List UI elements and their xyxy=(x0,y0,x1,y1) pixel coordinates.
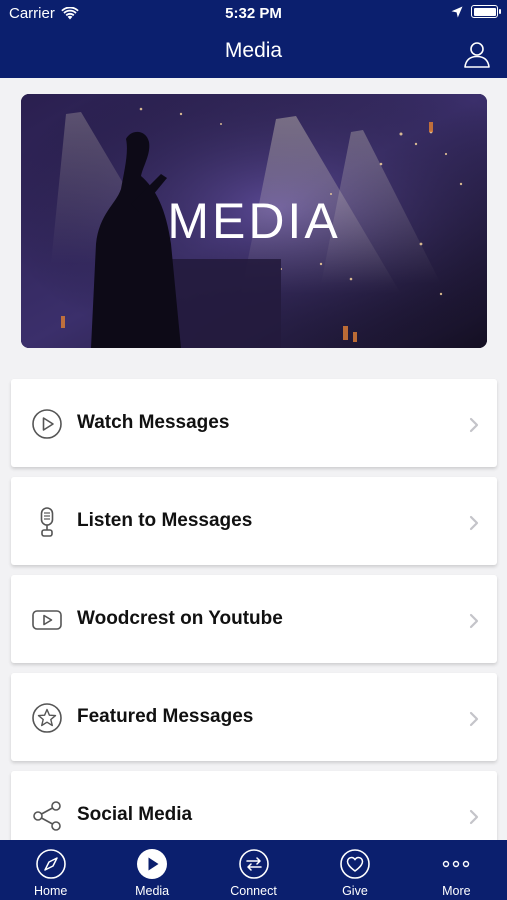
page-title: Media xyxy=(224,39,283,62)
chevron-right-icon xyxy=(469,515,479,531)
menu-item-featured-messages[interactable]: Featured Messages xyxy=(11,673,497,761)
status-bar: Carrier 5:32 PM xyxy=(0,0,507,28)
compass-icon xyxy=(35,849,66,879)
menu-item-label: Social Media xyxy=(77,804,193,825)
swap-arrows-icon xyxy=(238,849,269,879)
tab-label: Connect xyxy=(230,884,277,898)
menu-item-label: Woodcrest on Youtube xyxy=(77,608,283,629)
chevron-right-icon xyxy=(469,613,479,629)
bottom-tab-bar: Home Media Connect Give More xyxy=(0,840,507,900)
youtube-icon xyxy=(32,610,62,630)
menu-item-label: Listen to Messages xyxy=(77,510,253,531)
chevron-right-icon xyxy=(469,417,479,433)
share-icon xyxy=(33,801,61,831)
tab-home[interactable]: Home xyxy=(0,840,101,900)
chevron-right-icon xyxy=(469,809,479,825)
menu-item-listen-messages[interactable]: Listen to Messages xyxy=(11,477,497,565)
tab-label: Media xyxy=(135,884,170,898)
dots-icon xyxy=(443,860,470,868)
profile-icon[interactable] xyxy=(463,40,491,68)
tab-label: Give xyxy=(342,884,368,898)
app-header: Carrier 5:32 PM Media xyxy=(0,0,507,78)
menu-item-label: Watch Messages xyxy=(77,412,230,433)
location-arrow-icon xyxy=(451,6,463,17)
play-circle-icon xyxy=(137,849,168,879)
star-circle-icon xyxy=(32,703,62,733)
menu-item-youtube[interactable]: Woodcrest on Youtube xyxy=(11,575,497,663)
media-hero-banner: MEDIA xyxy=(21,94,487,348)
microphone-icon xyxy=(40,507,54,537)
tab-label: More xyxy=(442,884,471,898)
chevron-right-icon xyxy=(469,711,479,727)
hero-title: MEDIA xyxy=(167,193,341,249)
battery-icon xyxy=(471,5,501,18)
tab-more[interactable]: More xyxy=(406,840,507,900)
status-indicators xyxy=(451,5,501,18)
play-circle-icon xyxy=(32,409,62,439)
tab-give[interactable]: Give xyxy=(304,840,405,900)
tab-label: Home xyxy=(34,884,68,898)
status-time: 5:32 PM xyxy=(225,5,282,22)
menu-item-watch-messages[interactable]: Watch Messages xyxy=(11,379,497,467)
menu-item-label: Featured Messages xyxy=(77,706,254,727)
heart-circle-icon xyxy=(340,849,370,879)
tab-connect[interactable]: Connect xyxy=(203,840,304,900)
tab-media[interactable]: Media xyxy=(101,840,202,900)
